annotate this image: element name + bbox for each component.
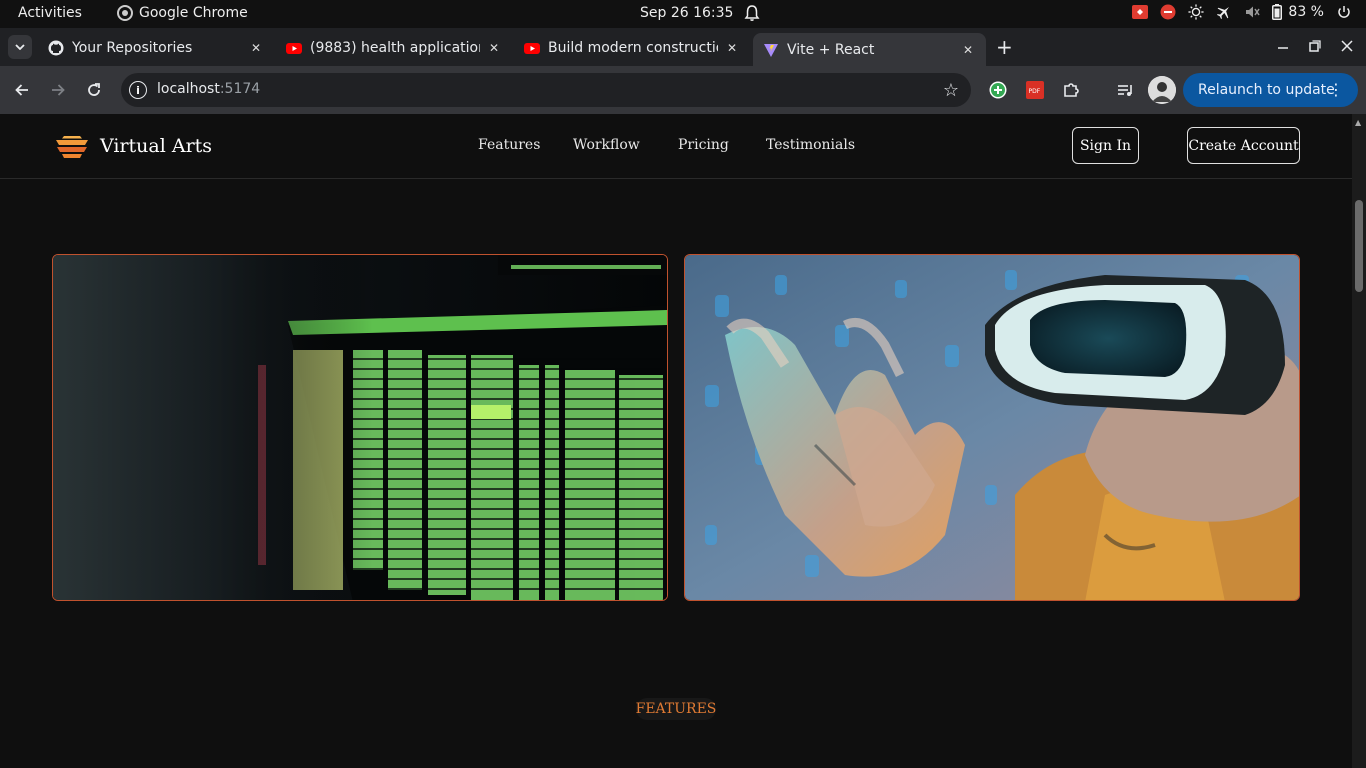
tab-vite-react[interactable]: Vite + React ✕: [753, 33, 986, 66]
reload-icon[interactable]: [82, 78, 106, 102]
tab-strip: Your Repositories ✕ (9883) health applic…: [0, 28, 1366, 66]
chrome-icon: [117, 5, 133, 21]
more-vert-icon[interactable]: ⋮: [1328, 80, 1344, 99]
back-arrow-icon[interactable]: [10, 78, 34, 102]
profile-avatar[interactable]: [1148, 76, 1176, 104]
sign-in-button[interactable]: Sign In: [1072, 127, 1139, 164]
nav-link-pricing[interactable]: Pricing: [678, 137, 729, 153]
browser-toolbar: i localhost:5174 ☆ PDF Relaunch to updat…: [0, 66, 1366, 114]
minimize-icon[interactable]: [1277, 38, 1289, 54]
tab-title: Vite + React: [787, 41, 875, 58]
nav-link-workflow[interactable]: Workflow: [573, 137, 640, 153]
vr-headset-image: [684, 254, 1300, 601]
system-top-bar: Activities Google Chrome Sep 26 16:35 83…: [0, 0, 1366, 28]
do-not-disturb-icon[interactable]: [1160, 4, 1176, 20]
web-page: Virtual Arts Features Workflow Pricing T…: [0, 114, 1352, 768]
close-icon[interactable]: ✕: [248, 41, 264, 55]
activities-button[interactable]: Activities: [18, 5, 82, 21]
battery-indicator[interactable]: 83 %: [1272, 4, 1324, 20]
restore-icon[interactable]: [1309, 40, 1321, 56]
battery-percent: 83 %: [1288, 4, 1324, 20]
scroll-up-arrow-icon[interactable]: ▲: [1355, 118, 1361, 127]
system-tray[interactable]: 83 %: [1132, 4, 1352, 20]
reading-list-icon[interactable]: [1115, 80, 1135, 100]
forward-arrow-icon[interactable]: [46, 78, 70, 102]
extensions-puzzle-icon[interactable]: [1061, 80, 1081, 100]
nav-link-testimonials[interactable]: Testimonials: [766, 137, 855, 153]
address-bar[interactable]: i localhost:5174 ☆: [121, 73, 971, 107]
features-section-badge: FEATURES: [636, 698, 716, 720]
create-account-button[interactable]: Create Account: [1187, 127, 1300, 164]
notification-bell-icon[interactable]: [744, 4, 760, 26]
github-icon: [48, 40, 64, 56]
relaunch-label: Relaunch to update: [1198, 82, 1335, 98]
close-icon[interactable]: ✕: [724, 41, 740, 55]
airplane-mode-icon[interactable]: [1216, 4, 1232, 20]
battery-icon: [1272, 4, 1283, 20]
close-window-icon[interactable]: [1341, 40, 1353, 56]
scrollbar-thumb[interactable]: [1355, 200, 1363, 292]
nav-link-features[interactable]: Features: [478, 137, 540, 153]
tab-build-modern-construction[interactable]: Build modern construction ✕: [514, 33, 750, 63]
app-name: Google Chrome: [139, 5, 248, 21]
svg-text:PDF: PDF: [1029, 88, 1041, 95]
relaunch-to-update-button[interactable]: Relaunch to update ⋮: [1183, 73, 1358, 107]
add-extension-icon[interactable]: [988, 80, 1008, 100]
vite-icon: [764, 43, 778, 57]
tab-title: Your Repositories: [72, 40, 193, 56]
tab-title: Build modern construction: [548, 40, 718, 56]
tab-your-repositories[interactable]: Your Repositories ✕: [38, 33, 274, 63]
pdf-extension-icon[interactable]: PDF: [1025, 80, 1045, 100]
new-tab-plus-icon[interactable]: +: [996, 37, 1013, 57]
tab-health-application[interactable]: (9883) health application ✕: [276, 33, 512, 63]
site-info-icon[interactable]: i: [129, 81, 147, 99]
close-icon[interactable]: ✕: [960, 43, 976, 57]
system-menu-icon[interactable]: [1336, 4, 1352, 20]
tab-title: (9883) health application: [310, 40, 480, 56]
tab-search-button[interactable]: [8, 35, 32, 59]
volume-muted-icon[interactable]: [1244, 4, 1261, 20]
brand-name[interactable]: Virtual Arts: [100, 135, 212, 157]
logo-icon[interactable]: [54, 134, 90, 160]
chevron-down-icon: [15, 44, 25, 50]
site-navbar: Virtual Arts Features Workflow Pricing T…: [0, 114, 1352, 179]
page-scrollbar[interactable]: ▲: [1352, 114, 1366, 768]
clock[interactable]: Sep 26 16:35: [640, 5, 733, 21]
youtube-icon: [524, 43, 540, 54]
youtube-icon: [286, 43, 302, 54]
url-text[interactable]: localhost:5174: [157, 81, 260, 97]
app-indicator-icon[interactable]: [1132, 4, 1149, 20]
code-terminal-image: [52, 254, 668, 601]
close-icon[interactable]: ✕: [486, 41, 502, 55]
bookmark-star-icon[interactable]: ☆: [943, 80, 959, 101]
brightness-icon[interactable]: [1188, 4, 1204, 20]
app-menu[interactable]: Google Chrome: [117, 5, 248, 21]
